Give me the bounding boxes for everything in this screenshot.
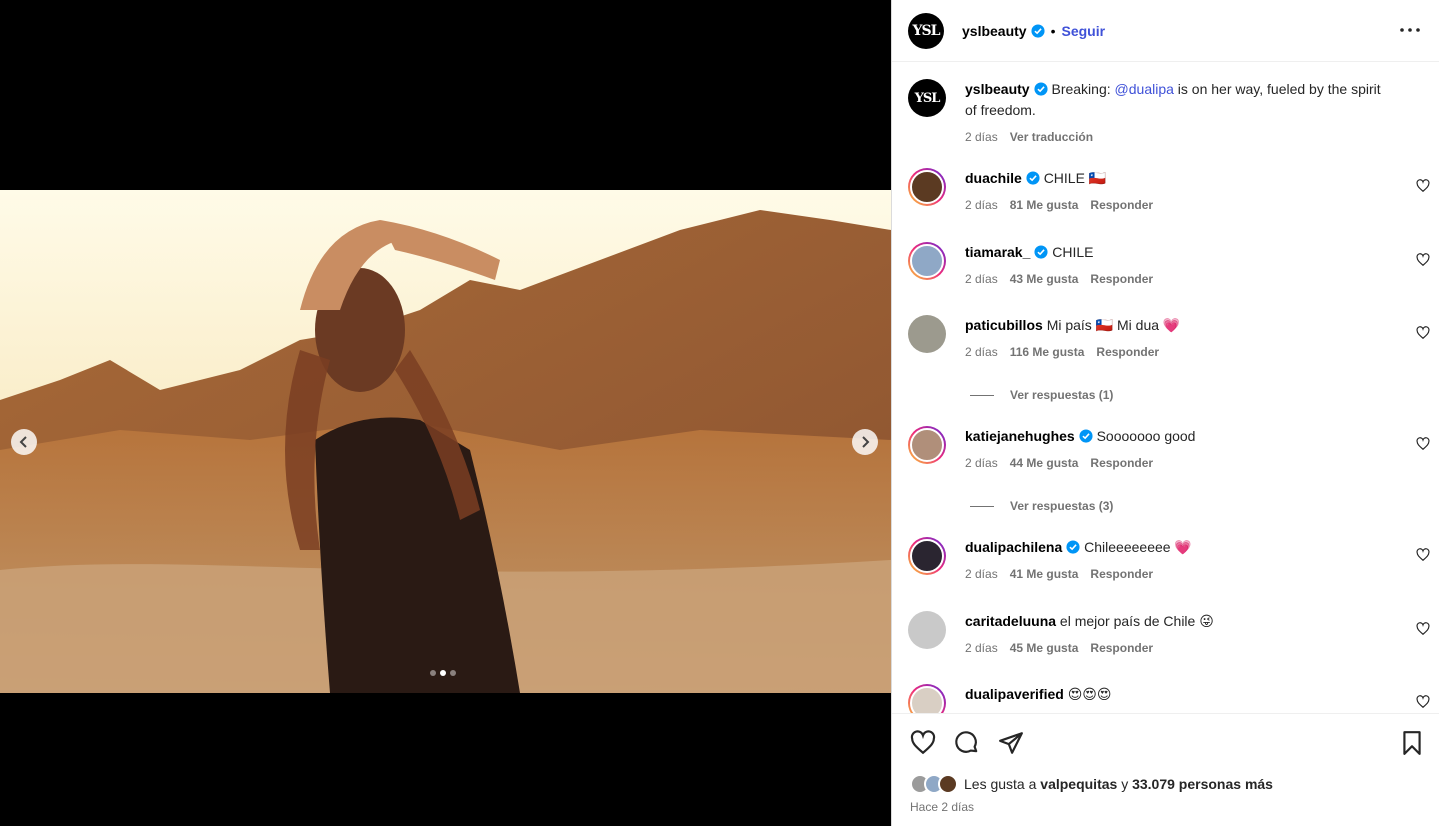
likes-count[interactable]: 33.079 personas más — [1132, 776, 1273, 792]
slide-dot — [450, 670, 456, 676]
see-translation-link[interactable]: Ver traducción — [1010, 130, 1093, 144]
caption-avatar[interactable]: YSL — [908, 79, 946, 117]
comment-text: CHILE 🇨🇱 — [1043, 170, 1107, 186]
comment-time: 2 días — [965, 272, 998, 286]
comment-text: Chileeeeeeee 💗 — [1084, 539, 1192, 555]
caption-time: 2 días — [965, 130, 998, 144]
caption-text: Breaking: — [1051, 81, 1115, 97]
verified-badge-icon — [1034, 245, 1048, 259]
post-actions: Les gusta a valpequitas y 33.079 persona… — [892, 713, 1439, 826]
like-comment-icon[interactable] — [1416, 437, 1430, 451]
comment-avatar[interactable] — [908, 684, 946, 713]
comment-username[interactable]: katiejanehughes — [965, 428, 1075, 444]
comment-username[interactable]: duachile — [965, 170, 1022, 186]
author-avatar[interactable]: YSL — [908, 12, 944, 49]
slide-indicator — [430, 670, 456, 676]
comment-time: 2 días — [965, 198, 998, 212]
post-side-panel: YSL yslbeauty • Seguir YSL yslbeauty Bre… — [891, 0, 1439, 826]
comment-text: 😍😍😍 — [1067, 686, 1112, 702]
view-replies-button[interactable]: Ver respuestas (1) — [970, 388, 1113, 402]
verified-badge-icon — [1031, 23, 1045, 38]
header-separator: • — [1050, 22, 1056, 39]
comment-text: CHILE — [1052, 244, 1094, 260]
comment-username[interactable]: caritadeluuna — [965, 613, 1056, 629]
likes-text: Les gusta a valpequitas y 33.079 persona… — [964, 776, 1273, 792]
post-photo[interactable] — [0, 190, 891, 693]
comments-list[interactable]: YSL yslbeauty Breaking: @dualipa is on h… — [892, 63, 1439, 713]
verified-badge-icon — [1066, 540, 1080, 554]
save-bookmark-icon[interactable] — [1399, 730, 1425, 756]
comment-time: 2 días — [965, 567, 998, 581]
comment-avatar[interactable] — [908, 537, 946, 575]
like-comment-icon[interactable] — [1416, 253, 1430, 267]
view-replies-button[interactable]: Ver respuestas (3) — [970, 499, 1113, 513]
comment-username[interactable]: dualipaverified — [965, 686, 1064, 702]
post-media — [0, 0, 891, 826]
reply-button[interactable]: Responder — [1090, 272, 1153, 286]
caption-username[interactable]: yslbeauty — [965, 81, 1030, 97]
chevron-right-icon — [862, 436, 870, 448]
more-options-icon[interactable] — [1399, 20, 1421, 40]
comment-likes[interactable]: 44 Me gusta — [1010, 456, 1079, 470]
chevron-left-icon — [19, 436, 27, 448]
reply-button[interactable]: Responder — [1090, 641, 1153, 655]
comment-avatar[interactable] — [908, 426, 946, 464]
share-icon[interactable] — [998, 730, 1024, 756]
liker-avatar — [938, 774, 958, 794]
previous-slide-button[interactable] — [11, 429, 37, 455]
slide-dot — [430, 670, 436, 676]
reply-button[interactable]: Responder — [1096, 345, 1159, 359]
comment-likes[interactable]: 116 Me gusta — [1010, 345, 1085, 359]
reply-button[interactable]: Responder — [1090, 198, 1153, 212]
post-timestamp: Hace 2 días — [910, 800, 975, 814]
verified-badge-icon — [1079, 429, 1093, 443]
comment-text: Mi país 🇨🇱 Mi dua 💗 — [1046, 317, 1181, 333]
avatar-logo: YSL — [912, 22, 941, 39]
likes-summary: Les gusta a valpequitas y 33.079 persona… — [910, 774, 1273, 794]
likes-prefix: Les gusta a — [964, 776, 1041, 792]
avatar-logo: YSL — [914, 90, 941, 106]
next-slide-button[interactable] — [852, 429, 878, 455]
verified-badge-icon — [1034, 82, 1048, 96]
comment-text: Sooooooo good — [1096, 428, 1196, 444]
comment-username[interactable]: dualipachilena — [965, 539, 1062, 555]
comment-time: 2 días — [965, 345, 998, 359]
comment-likes[interactable]: 43 Me gusta — [1010, 272, 1079, 286]
like-comment-icon[interactable] — [1416, 622, 1430, 636]
desert-photo — [0, 190, 891, 693]
caption-mention[interactable]: @dualipa — [1115, 81, 1174, 97]
follow-button[interactable]: Seguir — [1062, 23, 1106, 39]
comment-username[interactable]: tiamarak_ — [965, 244, 1030, 260]
like-comment-icon[interactable] — [1416, 326, 1430, 340]
author-username[interactable]: yslbeauty — [962, 23, 1027, 39]
comment-time: 2 días — [965, 641, 998, 655]
comment-time: 2 días — [965, 456, 998, 470]
liker-username[interactable]: valpequitas — [1040, 776, 1117, 792]
comment-text: el mejor país de Chile 😜 — [1059, 613, 1214, 629]
slide-dot-active — [440, 670, 446, 676]
comment-likes[interactable]: 45 Me gusta — [1010, 641, 1079, 655]
comment-likes[interactable]: 81 Me gusta — [1010, 198, 1079, 212]
reply-button[interactable]: Responder — [1090, 567, 1153, 581]
comment-username[interactable]: paticubillos — [965, 317, 1043, 333]
post-header: YSL yslbeauty • Seguir — [892, 0, 1439, 62]
comment-avatar[interactable] — [908, 168, 946, 206]
comment-icon[interactable] — [954, 730, 980, 756]
like-comment-icon[interactable] — [1416, 548, 1430, 562]
verified-badge-icon — [1026, 171, 1040, 185]
comment-likes[interactable]: 41 Me gusta — [1010, 567, 1079, 581]
like-comment-icon[interactable] — [1416, 179, 1430, 193]
like-comment-icon[interactable] — [1416, 695, 1430, 709]
comment-avatar[interactable] — [908, 315, 946, 353]
likes-mid: y — [1117, 776, 1133, 792]
like-icon[interactable] — [910, 730, 936, 756]
comment-avatar[interactable] — [908, 242, 946, 280]
reply-button[interactable]: Responder — [1090, 456, 1153, 470]
comment-avatar[interactable] — [908, 611, 946, 649]
